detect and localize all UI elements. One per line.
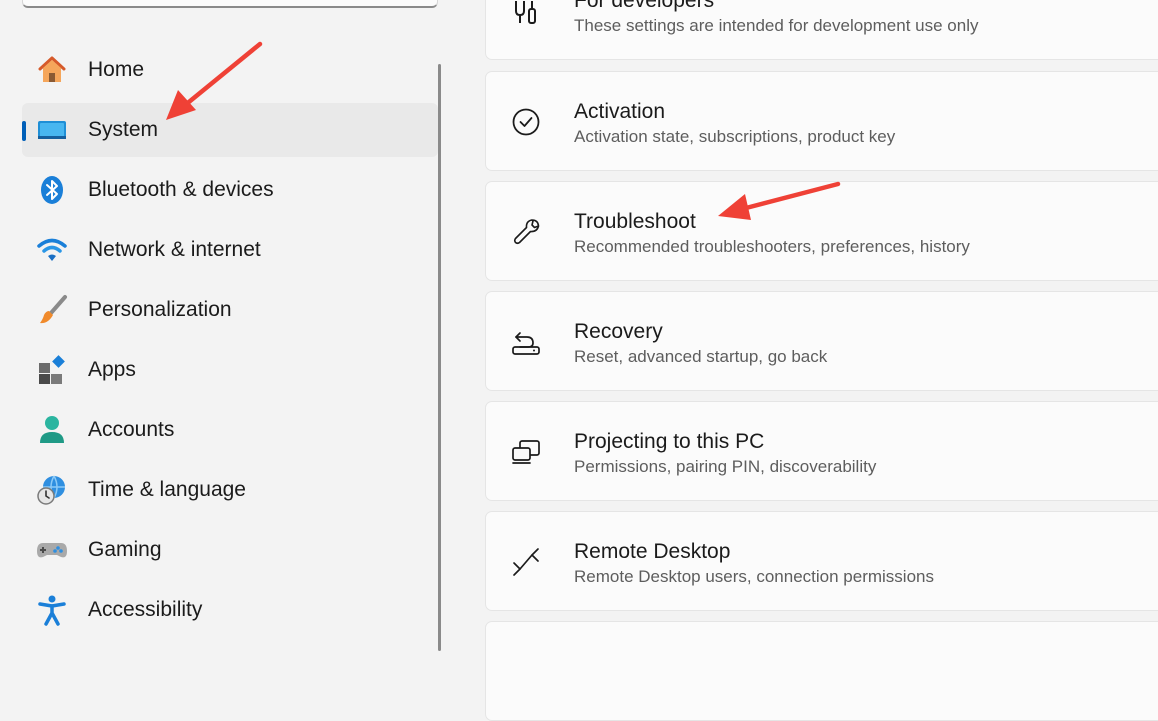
sidebar-item-label: Gaming xyxy=(88,538,162,561)
card-title: Activation xyxy=(574,100,666,123)
sidebar-scrollbar[interactable] xyxy=(438,64,441,651)
person-icon xyxy=(36,414,68,446)
card-projecting[interactable]: Projecting to this PC Permissions, pairi… xyxy=(485,401,1158,501)
card-title: Projecting to this PC xyxy=(574,430,765,453)
sidebar-item-personalization[interactable]: Personalization xyxy=(22,283,438,337)
apps-icon xyxy=(36,354,68,386)
card-description: These settings are intended for developm… xyxy=(574,16,979,35)
card-partial[interactable] xyxy=(485,621,1158,721)
check-circle-icon xyxy=(510,106,542,138)
sidebar-item-label: Home xyxy=(88,58,145,81)
sidebar-item-bluetooth[interactable]: Bluetooth & devices xyxy=(22,163,438,217)
card-description: Reset, advanced startup, go back xyxy=(574,347,828,366)
card-remote-desktop[interactable]: Remote Desktop Remote Desktop users, con… xyxy=(485,511,1158,611)
card-description: Activation state, subscriptions, product… xyxy=(574,127,896,146)
card-description: Permissions, pairing PIN, discoverabilit… xyxy=(574,457,877,476)
card-troubleshoot[interactable]: Troubleshoot Recommended troubleshooters… xyxy=(485,181,1158,281)
sidebar-item-label: Bluetooth & devices xyxy=(88,178,274,201)
projecting-icon xyxy=(510,436,542,468)
sidebar-item-home[interactable]: Home xyxy=(22,43,438,97)
card-title: Remote Desktop xyxy=(574,540,731,563)
gamepad-icon xyxy=(36,534,68,566)
selection-indicator xyxy=(22,121,26,141)
sidebar-item-time-language[interactable]: Time & language xyxy=(22,463,438,517)
card-title: Troubleshoot xyxy=(574,210,696,233)
sidebar-item-accessibility[interactable]: Accessibility xyxy=(22,583,438,637)
card-recovery[interactable]: Recovery Reset, advanced startup, go bac… xyxy=(485,291,1158,391)
sidebar-item-label: Accounts xyxy=(88,418,175,441)
sidebar-item-label: Network & internet xyxy=(88,238,261,261)
monitor-icon xyxy=(36,114,68,146)
sidebar-item-label: Apps xyxy=(88,358,136,381)
sidebar-item-accounts[interactable]: Accounts xyxy=(22,403,438,457)
sidebar-item-label: Personalization xyxy=(88,298,232,321)
sidebar-nav: Home System Bluetooth & devices Network … xyxy=(0,0,445,651)
card-for-developers[interactable]: For developers These settings are intend… xyxy=(485,0,1158,60)
sidebar-item-apps[interactable]: Apps xyxy=(22,343,438,397)
sidebar-item-gaming[interactable]: Gaming xyxy=(22,523,438,577)
card-activation[interactable]: Activation Activation state, subscriptio… xyxy=(485,71,1158,171)
sidebar-item-label: Accessibility xyxy=(88,598,203,621)
search-box[interactable] xyxy=(22,0,438,8)
wrench-icon xyxy=(510,216,542,248)
accessibility-icon xyxy=(36,594,68,626)
sidebar-item-label: Time & language xyxy=(88,478,246,501)
home-icon xyxy=(36,54,68,86)
remote-desktop-icon xyxy=(510,546,542,578)
main-content: For developers These settings are intend… xyxy=(445,0,1158,721)
paintbrush-icon xyxy=(36,294,68,326)
recovery-icon xyxy=(510,326,542,358)
developer-tools-icon xyxy=(510,0,542,27)
sidebar-item-system[interactable]: System xyxy=(22,103,438,157)
card-description: Recommended troubleshooters, preferences… xyxy=(574,237,970,256)
card-title: Recovery xyxy=(574,320,663,343)
bluetooth-icon xyxy=(36,174,68,206)
wifi-icon xyxy=(36,234,68,266)
card-description: Remote Desktop users, connection permiss… xyxy=(574,567,934,586)
sidebar-item-network[interactable]: Network & internet xyxy=(22,223,438,277)
globe-clock-icon xyxy=(36,474,68,506)
card-title: For developers xyxy=(574,0,715,12)
sidebar-item-label: System xyxy=(88,118,159,141)
